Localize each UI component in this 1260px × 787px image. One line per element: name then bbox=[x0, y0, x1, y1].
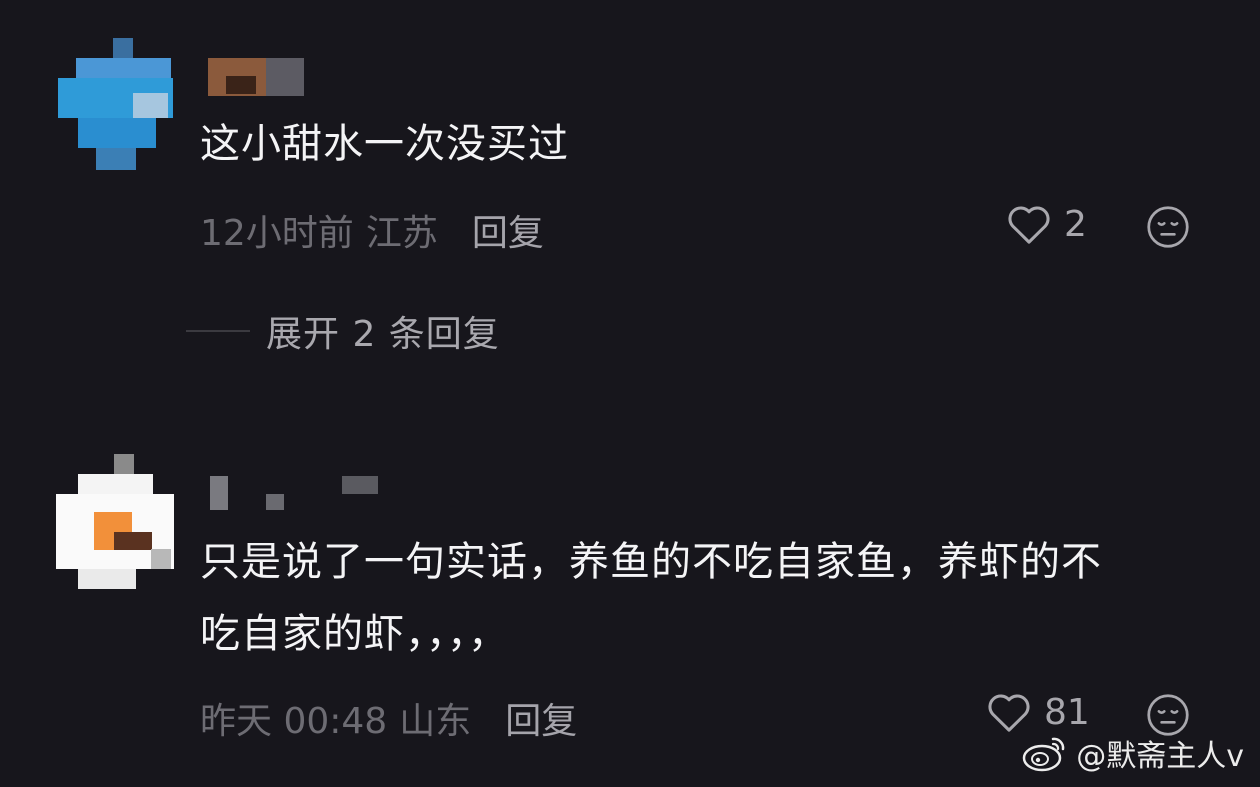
watermark: @默斋主人v bbox=[1022, 731, 1244, 775]
comment-text-line: 吃自家的虾，，，， bbox=[200, 611, 509, 657]
comment-time: 12小时前 bbox=[200, 213, 354, 254]
expand-replies-label: 展开 2 条回复 bbox=[266, 314, 500, 355]
reply-button[interactable]: 回复 bbox=[505, 701, 577, 742]
expand-replies-button[interactable]: 展开 2 条回复 bbox=[186, 305, 500, 357]
comment-location: 山东 bbox=[399, 701, 472, 742]
reply-button[interactable]: 回复 bbox=[472, 213, 544, 254]
comment-text-line: 只是说了一句实话，养鱼的不吃自家鱼，养虾的不 bbox=[200, 539, 1102, 585]
weibo-logo-icon bbox=[1022, 737, 1065, 772]
comment-meta: 12小时前 江苏 回复 bbox=[200, 204, 556, 256]
comment-time: 昨天 00:48 bbox=[200, 701, 388, 742]
username[interactable] bbox=[210, 476, 380, 514]
avatar[interactable] bbox=[56, 454, 176, 589]
neutral-face-icon[interactable] bbox=[1146, 205, 1190, 249]
avatar[interactable] bbox=[58, 38, 178, 170]
like-count: 81 bbox=[1044, 691, 1090, 733]
like-count: 2 bbox=[1064, 203, 1087, 245]
heart-outline-icon bbox=[988, 694, 1030, 732]
expand-divider bbox=[186, 330, 250, 332]
comment-text: 这小甜水一次没买过 bbox=[200, 121, 569, 167]
watermark-text: @默斋主人v bbox=[1076, 739, 1244, 774]
heart-outline-icon bbox=[1008, 206, 1050, 244]
comment-text: 只是说了一句实话，养鱼的不吃自家鱼，养虾的不 吃自家的虾，，，， bbox=[200, 526, 1102, 670]
like-button[interactable]: 2 bbox=[1006, 203, 1087, 245]
comment-item: 这小甜水一次没买过 12小时前 江苏 回复 2 bbox=[0, 0, 1260, 290]
like-button[interactable]: 81 bbox=[986, 691, 1090, 733]
username[interactable] bbox=[208, 58, 304, 96]
comment-meta: 昨天 00:48 山东 回复 bbox=[200, 692, 589, 744]
comment-location: 江苏 bbox=[365, 213, 438, 254]
